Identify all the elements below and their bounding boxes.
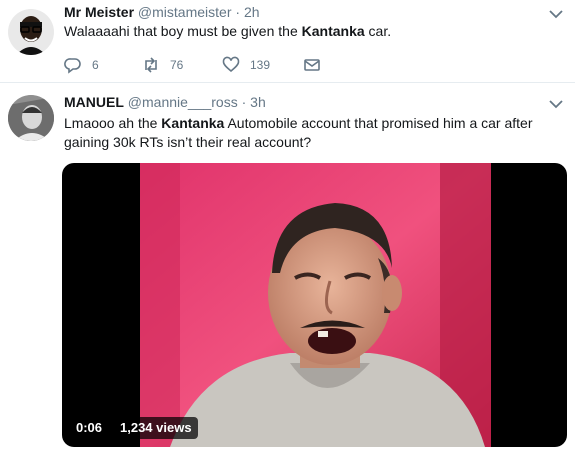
avatar[interactable] (8, 9, 54, 55)
video-thumbnail[interactable] (140, 163, 491, 447)
retweet-button[interactable]: 76 (142, 55, 183, 75)
video-views-badge: 1,234 views (114, 417, 198, 439)
tweet-header: MANUEL @mannie___ross · 3h (64, 93, 266, 111)
tweet-2[interactable]: MANUEL @mannie___ross · 3h Lmaooo ah the… (0, 84, 575, 459)
tweet-text-bold: Kantanka (301, 23, 365, 39)
heart-icon (222, 56, 240, 73)
display-name[interactable]: MANUEL (64, 94, 124, 110)
reply-count: 6 (92, 58, 99, 72)
retweet-count: 76 (170, 58, 184, 72)
separator-dot: · (241, 94, 247, 110)
avatar[interactable] (8, 95, 54, 141)
video-player[interactable]: 0:06 1,234 views (62, 163, 567, 447)
chevron-down-icon[interactable] (549, 99, 563, 109)
chevron-down-icon[interactable] (549, 9, 563, 19)
tweet-text: Lmaooo ah the Kantanka Automobile accoun… (64, 114, 554, 152)
retweet-icon (145, 57, 157, 73)
timestamp[interactable]: 2h (244, 4, 260, 20)
timestamp[interactable]: 3h (250, 94, 266, 110)
user-handle[interactable]: @mannie___ross (128, 94, 238, 110)
display-name[interactable]: Mr Meister (64, 4, 134, 20)
tweet-text-part: Walaaaahi that boy must be given the (64, 23, 302, 39)
reply-icon (64, 58, 81, 74)
reply-button[interactable]: 6 (64, 55, 99, 75)
tweet-header: Mr Meister @mistameister · 2h (64, 3, 260, 21)
separator-dot: · (235, 4, 241, 20)
tweet-text-part: Lmaooo ah the (64, 115, 162, 131)
direct-message-button[interactable] (303, 55, 331, 75)
like-button[interactable]: 139 (222, 55, 270, 75)
tweet-text: Walaaaahi that boy must be given the Kan… (64, 22, 554, 41)
tweet-1[interactable]: Mr Meister @mistameister · 2h Walaaaahi … (0, 0, 575, 83)
video-duration-badge: 0:06 (70, 417, 109, 439)
tweet-text-bold: Kantanka (161, 115, 225, 131)
user-handle[interactable]: @mistameister (138, 4, 232, 20)
envelope-icon (304, 59, 320, 71)
tweet-actions: 6 76 139 (64, 55, 364, 75)
like-count: 139 (250, 58, 271, 72)
tweet-text-part: car. (364, 23, 392, 39)
